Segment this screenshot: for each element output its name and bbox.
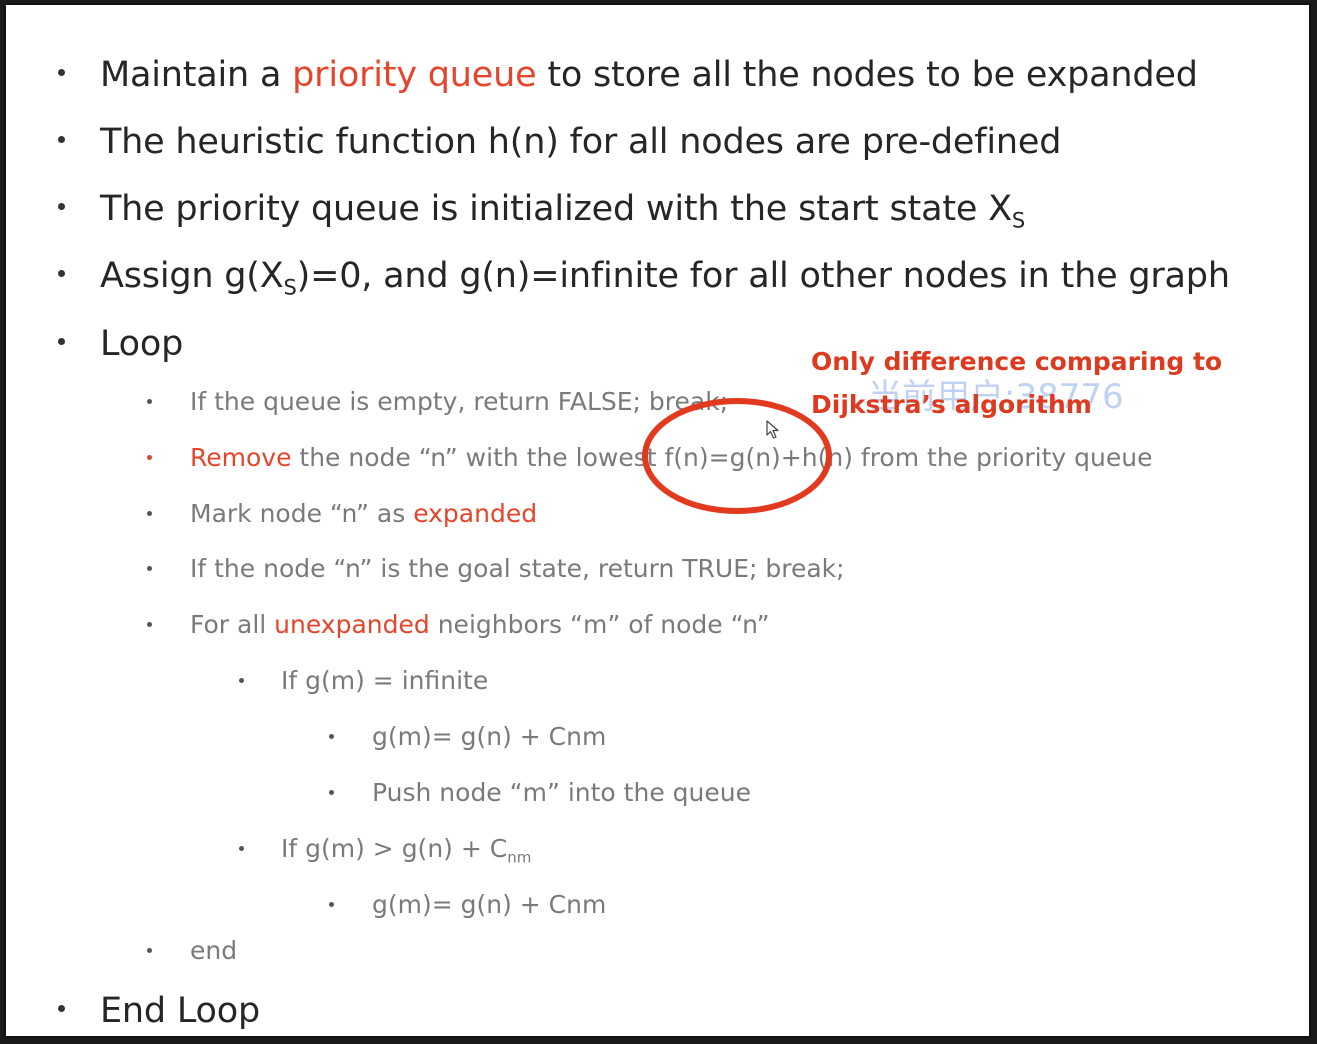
bullet-dot — [147, 455, 152, 460]
bullet-dot — [147, 566, 152, 571]
mouse-pointer-icon — [766, 420, 780, 444]
bullet-dot — [58, 69, 65, 76]
text-segment: Mark node “n” as — [190, 499, 414, 528]
text-segment: )=0, and g(n)=infinite for all other nod… — [296, 256, 1230, 296]
bullet-dot — [58, 270, 65, 277]
bullet-dot — [329, 734, 334, 739]
bullet-dot — [147, 511, 152, 516]
bullet-dot — [147, 399, 152, 404]
bullet-dot — [147, 622, 152, 627]
subscript: nm — [507, 848, 532, 867]
step-text: Mark node “n” as expanded — [190, 497, 537, 531]
subscript: S — [1011, 208, 1026, 233]
step-text: If the node “n” is the goal state, retur… — [190, 554, 845, 583]
bullet-dot — [147, 948, 152, 953]
highlight-priority-queue: priority queue — [292, 55, 537, 95]
step-text: If the queue is empty, return FALSE; bre… — [190, 387, 729, 416]
highlight-circle — [642, 398, 832, 514]
text-segment: neighbors “m” of node “n” — [429, 610, 770, 639]
text-segment: from the priority queue — [852, 443, 1153, 472]
bullet-dot — [58, 338, 65, 345]
bullet-dot — [58, 136, 65, 143]
text-segment: The priority queue is initialized with t… — [100, 189, 1012, 229]
step-text: g(m)= g(n) + Cnm — [372, 890, 607, 919]
text-segment: For all — [190, 610, 275, 639]
bullet-text: Assign g(XS)=0, and g(n)=infinite for al… — [100, 254, 1230, 298]
bullet-dot — [329, 790, 334, 795]
text-segment: to store all the nodes to be expanded — [536, 55, 1198, 95]
step-text: If g(m) = infinite — [281, 666, 489, 695]
annotation-note: Only difference comparing to Dijkstra’s … — [811, 340, 1222, 426]
bullet-dot — [329, 902, 334, 907]
slide: Maintain a priority queue to store all t… — [4, 3, 1311, 1038]
bullet-dot — [239, 678, 244, 683]
step-text: g(m)= g(n) + Cnm — [372, 722, 607, 751]
bullet-text: Loop — [100, 324, 184, 364]
bullet-dot — [58, 203, 65, 210]
bullet-text: End Loop — [100, 991, 260, 1031]
annotation-line-1: Only difference comparing to — [811, 347, 1223, 376]
text-segment: If g(m) > g(n) + C — [281, 834, 508, 863]
step-text: If g(m) > g(n) + Cnm — [281, 832, 531, 866]
highlight-unexpanded: unexpanded — [274, 610, 430, 639]
text-segment: Assign g(X — [100, 256, 284, 296]
bullet-text: The heuristic function h(n) for all node… — [100, 122, 1062, 162]
step-text: Push node “m” into the queue — [372, 778, 751, 807]
highlight-expanded: expanded — [413, 499, 538, 528]
bullet-dot — [58, 1005, 65, 1012]
bullet-dot — [239, 846, 244, 851]
text-segment: the node “n” with the lowest — [291, 443, 665, 472]
text-segment: Maintain a — [100, 55, 293, 95]
bullet-text: The priority queue is initialized with t… — [100, 187, 1025, 231]
step-text: end — [190, 936, 238, 965]
annotation-line-2: Dijkstra’s algorithm — [811, 390, 1092, 419]
bullet-text: Maintain a priority queue to store all t… — [100, 53, 1198, 97]
step-text: For all unexpanded neighbors “m” of node… — [190, 608, 770, 642]
subscript: S — [283, 275, 297, 300]
highlight-remove: Remove — [190, 443, 292, 472]
